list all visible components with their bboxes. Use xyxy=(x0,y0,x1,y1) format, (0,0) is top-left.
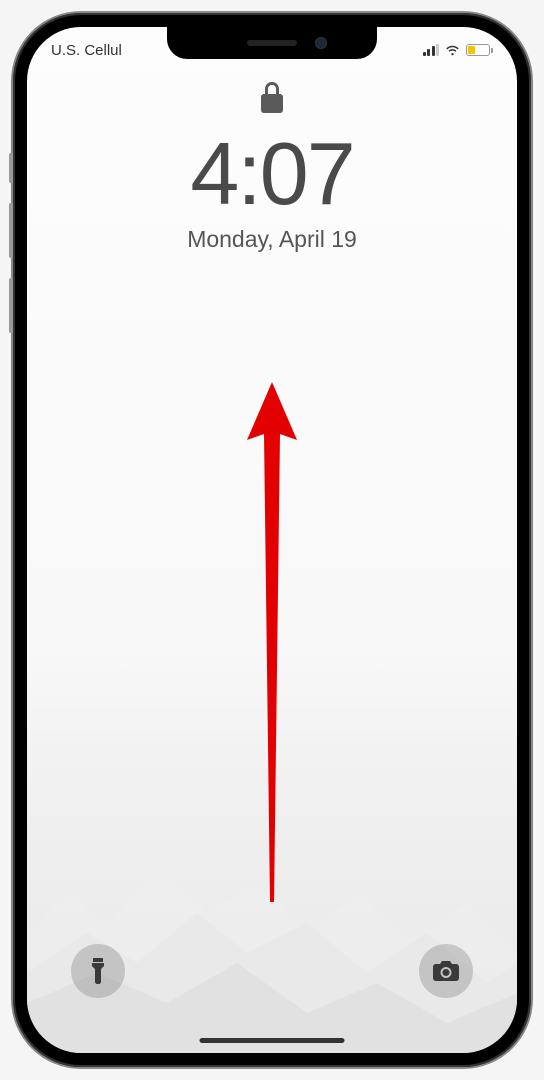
phone-side-buttons xyxy=(9,153,13,353)
carrier-label: U.S. Cellul xyxy=(51,42,122,59)
silent-switch xyxy=(9,153,13,183)
wifi-icon xyxy=(444,44,461,57)
lock-screen-content: 4:07 Monday, April 19 xyxy=(27,82,517,253)
flashlight-button[interactable] xyxy=(71,944,125,998)
home-indicator[interactable] xyxy=(200,1038,345,1043)
time-display: 4:07 xyxy=(190,130,353,218)
swipe-up-arrow-annotation xyxy=(242,382,302,902)
front-camera xyxy=(315,37,327,49)
camera-icon xyxy=(433,961,459,981)
status-indicators xyxy=(423,44,494,57)
volume-up-button xyxy=(9,203,13,258)
lock-screen-buttons xyxy=(27,944,517,998)
camera-button[interactable] xyxy=(419,944,473,998)
phone-notch xyxy=(167,27,377,59)
speaker xyxy=(247,40,297,46)
battery-fill xyxy=(468,46,475,54)
lock-icon xyxy=(260,82,284,114)
phone-device-frame: U.S. Cellul xyxy=(13,13,531,1067)
flashlight-icon xyxy=(88,958,108,984)
battery-icon xyxy=(466,44,493,56)
cellular-signal-icon xyxy=(423,44,440,56)
phone-screen[interactable]: U.S. Cellul xyxy=(27,27,517,1053)
date-display: Monday, April 19 xyxy=(187,226,357,253)
volume-down-button xyxy=(9,278,13,333)
